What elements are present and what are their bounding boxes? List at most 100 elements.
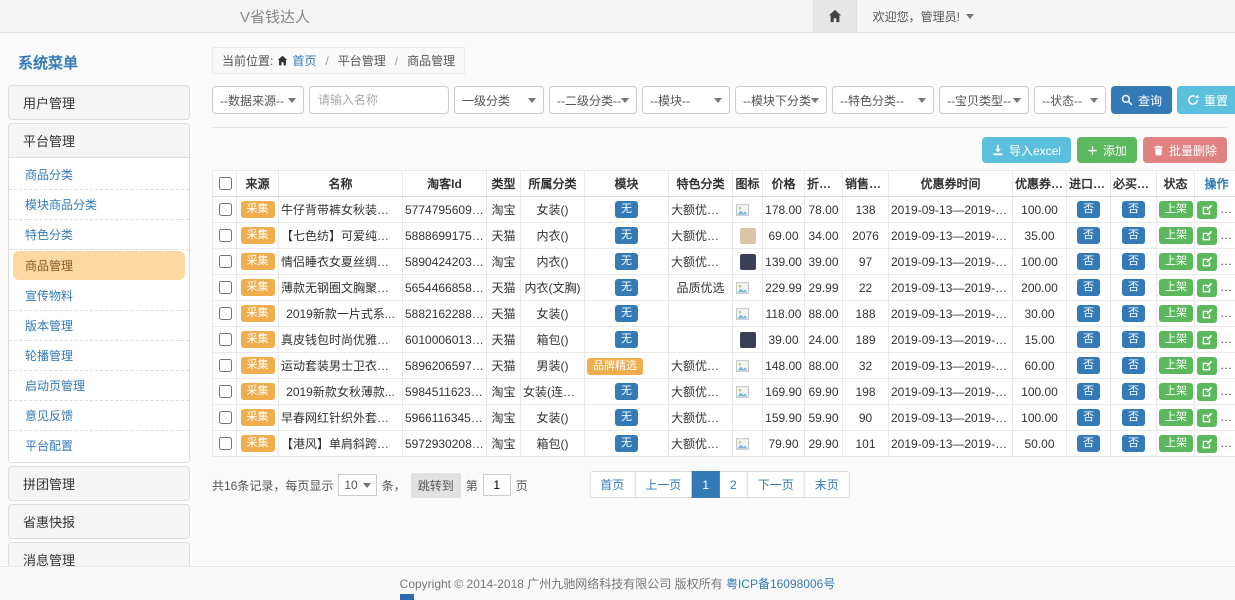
import-select-badge[interactable]: 否 (1077, 331, 1100, 348)
sidebar-item[interactable]: 特色分类 (9, 220, 189, 250)
pager-button[interactable]: 下一页 (747, 471, 805, 498)
must-buy-badge[interactable]: 否 (1122, 383, 1145, 400)
edit-button[interactable] (1197, 279, 1217, 297)
status-badge[interactable]: 上架 (1159, 331, 1193, 348)
sidebar-item[interactable]: 平台配置 (9, 431, 189, 460)
edit-button[interactable] (1197, 409, 1217, 427)
pager-button[interactable]: 1 (691, 471, 720, 498)
row-checkbox[interactable] (219, 359, 232, 372)
edit-button[interactable] (1197, 201, 1217, 219)
import-select-badge[interactable]: 否 (1077, 227, 1100, 244)
pager-button[interactable]: 首页 (589, 471, 635, 498)
sidebar-item[interactable]: 商品管理 (13, 251, 185, 280)
reset-button[interactable]: 重置 (1177, 86, 1235, 114)
import-select-badge[interactable]: 否 (1077, 435, 1100, 452)
status-badge[interactable]: 上架 (1159, 383, 1193, 400)
filter-select[interactable]: --二级分类-- (549, 86, 637, 114)
sidebar-group-header[interactable]: 拼团管理 (9, 467, 189, 500)
home-button[interactable] (813, 0, 857, 33)
batch-delete-button[interactable]: 批量删除 (1143, 137, 1227, 163)
edit-button[interactable] (1197, 357, 1217, 375)
row-checkbox[interactable] (219, 411, 232, 424)
must-buy-badge[interactable]: 否 (1122, 357, 1145, 374)
status-badge[interactable]: 上架 (1159, 305, 1193, 322)
page-size-select[interactable]: 10 (338, 474, 376, 496)
edit-button[interactable] (1197, 383, 1217, 401)
must-buy-badge[interactable]: 否 (1122, 331, 1145, 348)
import-select-badge[interactable]: 否 (1077, 201, 1100, 218)
cell-status: 上架 (1157, 405, 1195, 431)
page-number-input[interactable] (483, 474, 511, 496)
sidebar-item[interactable]: 宣传物料 (9, 281, 189, 311)
row-checkbox[interactable] (219, 255, 232, 268)
import-excel-button[interactable]: 导入excel (982, 137, 1071, 163)
icp-link[interactable]: 粤ICP备16098006号 (726, 575, 835, 592)
must-buy-badge[interactable]: 否 (1122, 227, 1145, 244)
name-search-input[interactable] (309, 86, 449, 114)
sidebar-group-header[interactable]: 平台管理 (9, 124, 189, 157)
pager-button[interactable]: 上一页 (634, 471, 692, 498)
import-select-badge[interactable]: 否 (1077, 279, 1100, 296)
sidebar-item[interactable]: 模块商品分类 (9, 190, 189, 220)
user-menu[interactable]: 欢迎您，管理员! (857, 0, 990, 33)
add-button[interactable]: 添加 (1077, 137, 1137, 163)
status-badge[interactable]: 上架 (1159, 253, 1193, 270)
jump-button[interactable]: 跳转到 (411, 473, 461, 498)
edit-button[interactable] (1197, 227, 1217, 245)
filter-select[interactable]: --状态-- (1034, 86, 1106, 114)
row-checkbox[interactable] (219, 333, 232, 346)
status-badge[interactable]: 上架 (1159, 227, 1193, 244)
status-badge[interactable]: 上架 (1159, 201, 1193, 218)
sidebar-item[interactable]: 版本管理 (9, 311, 189, 341)
edit-button[interactable] (1197, 305, 1217, 323)
search-button[interactable]: 查询 (1111, 86, 1172, 114)
row-checkbox[interactable] (219, 229, 232, 242)
import-select-badge[interactable]: 否 (1077, 409, 1100, 426)
sidebar-group-header[interactable]: 省惠快报 (9, 505, 189, 538)
filter-select[interactable]: --特色分类-- (832, 86, 934, 114)
edit-button[interactable] (1197, 435, 1217, 453)
import-select-badge[interactable]: 否 (1077, 357, 1100, 374)
import-select-badge[interactable]: 否 (1077, 305, 1100, 322)
row-checkbox[interactable] (219, 281, 232, 294)
import-select-badge[interactable]: 否 (1077, 253, 1100, 270)
cell-import-select: 否 (1067, 249, 1111, 275)
status-badge[interactable]: 上架 (1159, 357, 1193, 374)
breadcrumb-home-link[interactable]: 首页 (292, 52, 316, 69)
row-checkbox[interactable] (219, 203, 232, 216)
sidebar-group-header[interactable]: 用户管理 (9, 86, 189, 119)
cell-source: 采集 (237, 249, 279, 275)
cell-icon (733, 379, 763, 405)
must-buy-badge[interactable]: 否 (1122, 305, 1145, 322)
must-buy-badge[interactable]: 否 (1122, 201, 1145, 218)
row-checkbox[interactable] (219, 437, 232, 450)
filter-select[interactable]: --模块下分类-- (735, 86, 827, 114)
filter-select[interactable]: 一级分类 (454, 86, 544, 114)
select-all-cell (213, 171, 237, 197)
row-checkbox[interactable] (219, 307, 232, 320)
edit-button[interactable] (1197, 253, 1217, 271)
filter-select[interactable]: --模块-- (642, 86, 730, 114)
pager-button[interactable]: 2 (719, 471, 748, 498)
row-checkbox[interactable] (219, 385, 232, 398)
cell-name: 【七色纺】可爱纯棉家... (279, 223, 403, 249)
data-source-select[interactable]: --数据来源-- (212, 86, 304, 114)
filter-select[interactable]: --宝贝类型-- (939, 86, 1029, 114)
product-image-icon (735, 281, 760, 295)
sidebar-item[interactable]: 商品分类 (9, 160, 189, 190)
select-all-checkbox[interactable] (219, 177, 232, 190)
sidebar-item[interactable]: 意见反馈 (9, 401, 189, 431)
status-badge[interactable]: 上架 (1159, 435, 1193, 452)
import-select-badge[interactable]: 否 (1077, 383, 1100, 400)
status-badge[interactable]: 上架 (1159, 409, 1193, 426)
must-buy-badge[interactable]: 否 (1122, 279, 1145, 296)
sidebar-item[interactable]: 轮播管理 (9, 341, 189, 371)
pager-button[interactable]: 末页 (804, 471, 850, 498)
must-buy-badge[interactable]: 否 (1122, 435, 1145, 452)
status-badge[interactable]: 上架 (1159, 279, 1193, 296)
edit-button[interactable] (1197, 331, 1217, 349)
sidebar-item[interactable]: 启动页管理 (9, 371, 189, 401)
must-buy-badge[interactable]: 否 (1122, 253, 1145, 270)
must-buy-badge[interactable]: 否 (1122, 409, 1145, 426)
sidebar-group-header[interactable]: 消息管理 (9, 543, 189, 566)
